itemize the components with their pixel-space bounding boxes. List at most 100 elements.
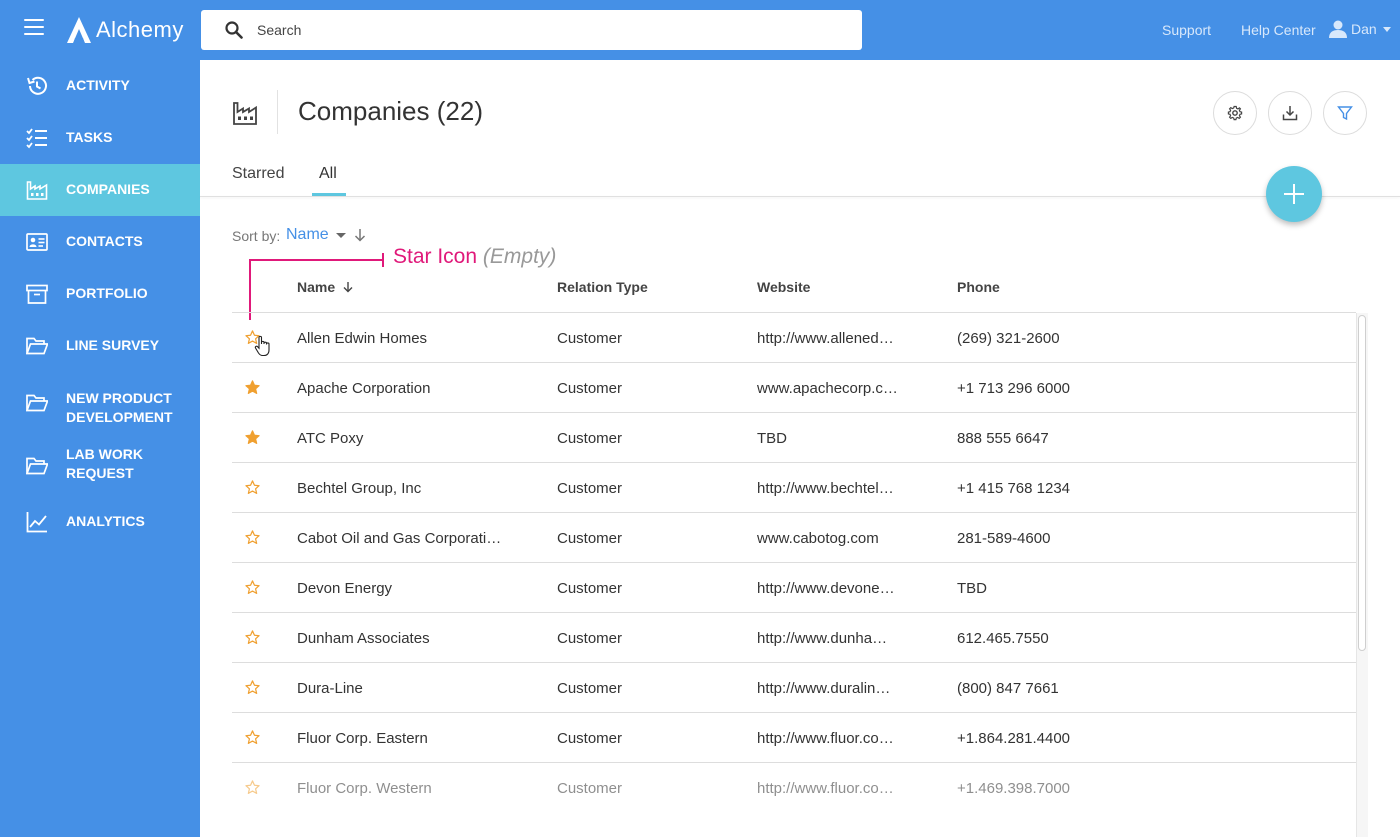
relation-type-cell: Customer	[557, 480, 623, 497]
phone-cell: +1 415 768 1234	[957, 480, 1071, 497]
website-cell[interactable]: http://www.fluor.co…	[757, 780, 894, 797]
tab-all[interactable]: All	[319, 165, 337, 183]
sort-by-dropdown[interactable]: Name	[286, 226, 346, 244]
company-name-cell[interactable]: Bechtel Group, Inc	[297, 480, 421, 497]
phone-cell: 888 555 6647	[957, 430, 1049, 447]
search-icon	[225, 21, 243, 39]
alchemy-logo-icon	[67, 17, 91, 43]
company-name-cell[interactable]: Dunham Associates	[297, 630, 430, 647]
table-row[interactable]: Fluor Corp. Western Customer http://www.fl…	[232, 763, 1356, 813]
settings-button[interactable]	[1213, 91, 1257, 135]
sidebar-item-companies[interactable]: COMPANIES	[0, 164, 200, 216]
star-empty-icon[interactable]	[245, 580, 260, 595]
table-row[interactable]: Apache Corporation Customer www.apachecorp…	[232, 363, 1356, 413]
contact-card-icon	[26, 233, 48, 251]
relation-type-cell: Customer	[557, 430, 623, 447]
star-filled-icon[interactable]	[245, 430, 260, 445]
table-row[interactable]: Dunham Associates Customer http://www.dunh…	[232, 613, 1356, 663]
sort-by-label: Sort by:	[232, 228, 281, 244]
sidebar-item-tasks[interactable]: TASKS	[0, 112, 200, 164]
website-cell[interactable]: http://www.bechtel…	[757, 480, 894, 497]
hamburger-menu-icon[interactable]	[24, 19, 44, 39]
website-cell[interactable]: TBD	[757, 430, 787, 447]
table-row[interactable]: Fluor Corp. Eastern Customer http://www.fl…	[232, 713, 1356, 763]
relation-type-cell: Customer	[557, 330, 623, 347]
table-row[interactable]: Devon Energy Customer http://www.devone… TB…	[232, 563, 1356, 613]
star-empty-icon[interactable]	[245, 530, 260, 545]
help-center-link[interactable]: Help Center	[1241, 22, 1316, 38]
table-row[interactable]: Dura-Line Customer http://www.duralin… (800…	[232, 663, 1356, 713]
search-bar[interactable]	[201, 10, 862, 50]
sort-arrow-down-icon	[343, 282, 353, 293]
user-name: Dan	[1351, 21, 1377, 37]
company-name-cell[interactable]: Apache Corporation	[297, 380, 430, 397]
search-input[interactable]	[257, 22, 817, 38]
table-row[interactable]: Allen Edwin Homes Customer http://www.alle…	[232, 313, 1356, 363]
phone-cell: +1.864.281.4400	[957, 730, 1071, 747]
company-name-cell[interactable]: ATC Poxy	[297, 430, 363, 447]
checklist-icon	[26, 128, 47, 149]
table-row[interactable]: Cabot Oil and Gas Corporati… Customer www.…	[232, 513, 1356, 563]
export-button[interactable]	[1268, 91, 1312, 135]
column-header-phone[interactable]: Phone	[957, 279, 1000, 295]
column-header-website[interactable]: Website	[757, 279, 810, 295]
website-cell[interactable]: www.cabotog.com	[757, 530, 879, 547]
sidebar-item-label: NEW PRODUCT DEVELOPMENT	[66, 390, 173, 425]
relation-type-cell: Customer	[557, 780, 623, 797]
website-cell[interactable]: http://www.duralin…	[757, 680, 890, 697]
sidebar-item-activity[interactable]: ACTIVITY	[0, 60, 200, 112]
phone-cell: +1 713 296 6000	[957, 380, 1071, 397]
sidebar-item-line-survey[interactable]: LINE SURVEY	[0, 320, 200, 372]
table-row[interactable]: ATC Poxy Customer TBD 888 555 6647	[232, 413, 1356, 463]
line-chart-icon	[26, 512, 47, 533]
phone-cell: (269) 321-2600	[957, 330, 1060, 347]
column-header-name[interactable]: Name	[297, 279, 354, 295]
star-empty-icon[interactable]	[245, 680, 260, 695]
company-name-cell[interactable]: Fluor Corp. Eastern	[297, 730, 428, 747]
user-avatar-icon	[1329, 20, 1347, 38]
column-header-relation-type[interactable]: Relation Type	[557, 279, 648, 295]
star-empty-icon[interactable]	[245, 480, 260, 495]
sidebar-item-new-product-development[interactable]: NEW PRODUCT DEVELOPMENT	[0, 372, 200, 444]
hand-cursor-icon	[254, 335, 270, 357]
archive-box-icon	[26, 284, 48, 304]
company-name-cell[interactable]: Allen Edwin Homes	[297, 330, 427, 347]
website-cell[interactable]: www.apachecorp.c…	[757, 380, 898, 397]
annotation-note: (Empty)	[482, 245, 557, 268]
app-logo[interactable]: Alchemy	[66, 14, 184, 46]
company-name-cell[interactable]: Dura-Line	[297, 680, 363, 697]
folder-open-icon	[26, 457, 48, 475]
relation-type-cell: Customer	[557, 380, 623, 397]
phone-cell: (800) 847 7661	[957, 680, 1059, 697]
star-empty-icon[interactable]	[245, 630, 260, 645]
company-name-cell[interactable]: Fluor Corp. Western	[297, 780, 432, 797]
website-cell[interactable]: http://www.dunha…	[757, 630, 887, 647]
tab-starred[interactable]: Starred	[232, 165, 284, 183]
relation-type-cell: Customer	[557, 630, 623, 647]
star-filled-icon[interactable]	[245, 380, 260, 395]
sidebar-item-label: PORTFOLIO	[66, 285, 148, 301]
tabs-divider	[200, 196, 1400, 197]
website-cell[interactable]: http://www.allened…	[757, 330, 894, 347]
website-cell[interactable]: http://www.fluor.co…	[757, 730, 894, 747]
sort-direction-arrow-icon[interactable]	[353, 228, 367, 242]
website-cell[interactable]: http://www.devone…	[757, 580, 895, 597]
sidebar-item-contacts[interactable]: CONTACTS	[0, 216, 200, 268]
support-link[interactable]: Support	[1162, 22, 1211, 38]
sidebar-item-analytics[interactable]: ANALYTICS	[0, 496, 200, 548]
factory-icon	[233, 102, 257, 125]
user-menu[interactable]: Dan	[1328, 19, 1391, 39]
table-row[interactable]: Bechtel Group, Inc Customer http://www.bec…	[232, 463, 1356, 513]
company-name-cell[interactable]: Cabot Oil and Gas Corporati…	[297, 530, 501, 547]
sidebar-item-lab-work-request[interactable]: LAB WORK REQUEST	[0, 444, 200, 496]
filter-button[interactable]	[1323, 91, 1367, 135]
scrollbar-thumb[interactable]	[1358, 315, 1366, 651]
add-company-button[interactable]	[1266, 166, 1322, 222]
chevron-down-icon	[335, 232, 346, 238]
star-empty-icon[interactable]	[245, 730, 260, 745]
company-name-cell[interactable]: Devon Energy	[297, 580, 392, 597]
sidebar-item-portfolio[interactable]: PORTFOLIO	[0, 268, 200, 320]
chevron-down-icon	[1382, 26, 1391, 32]
relation-type-cell: Customer	[557, 680, 623, 697]
star-empty-icon[interactable]	[245, 780, 260, 795]
